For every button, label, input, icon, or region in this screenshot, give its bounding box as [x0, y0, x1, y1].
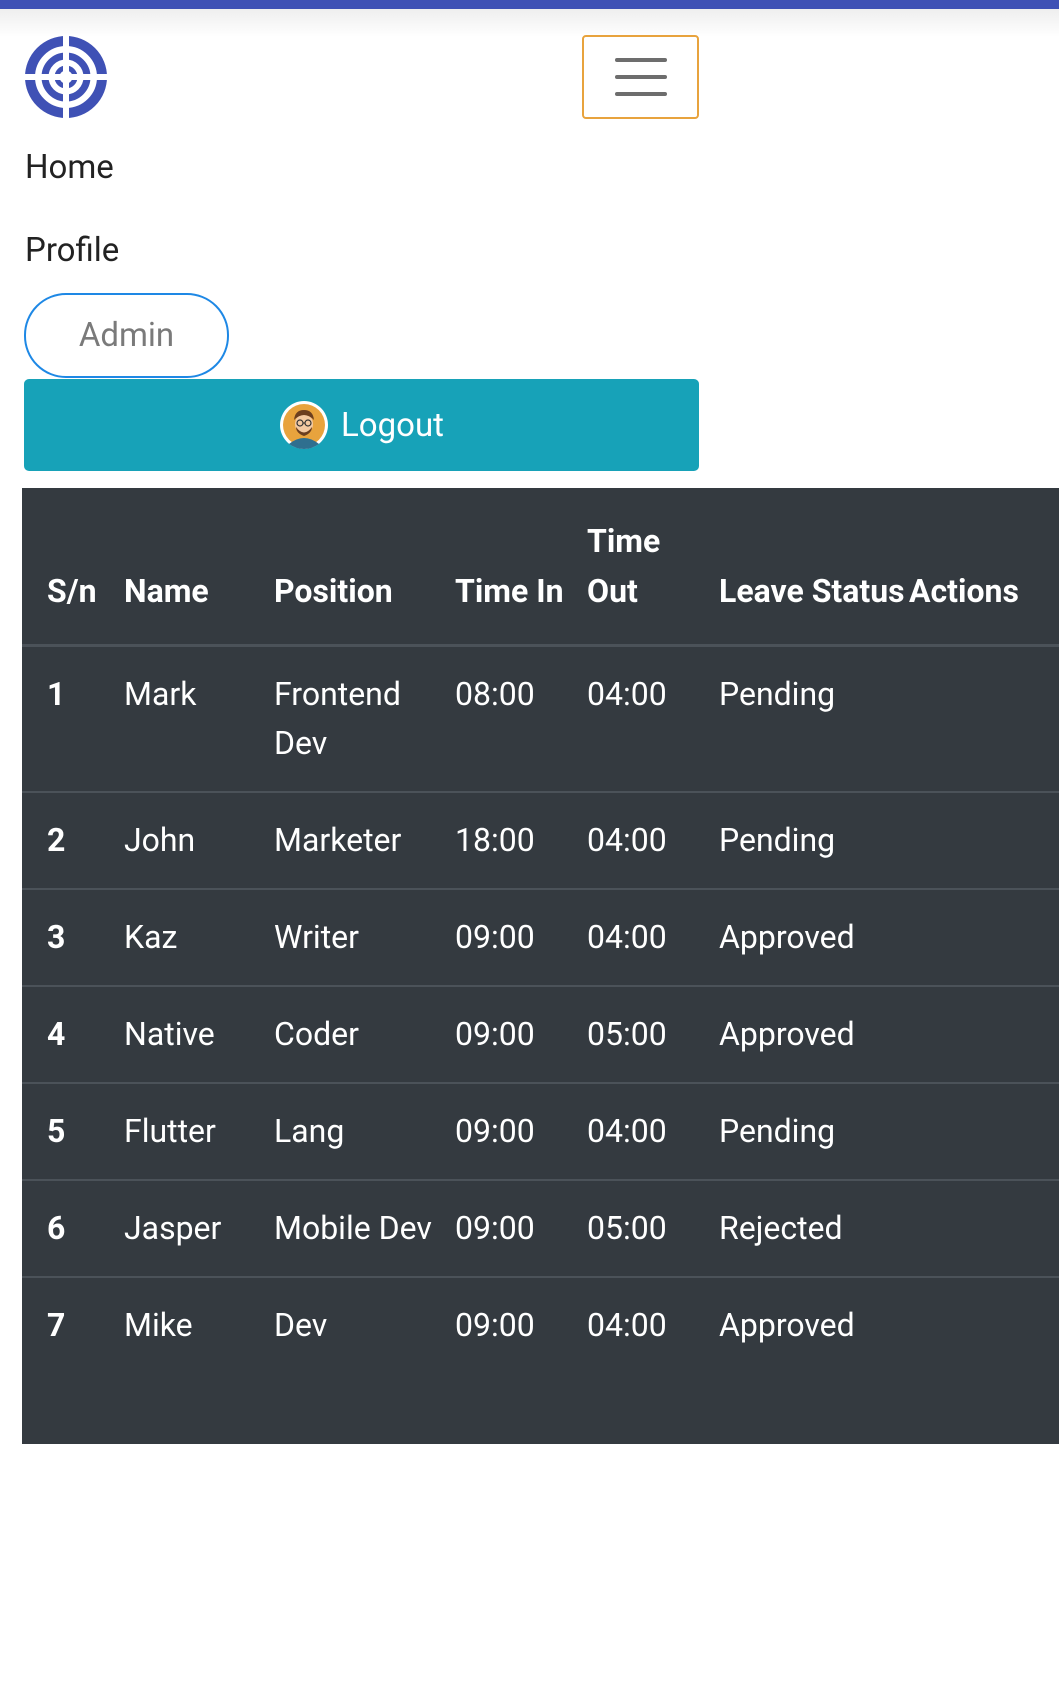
column-header-time-out: Time Out	[587, 488, 719, 647]
navbar-toggler-button[interactable]	[582, 35, 699, 119]
cell-leave-status: Pending	[719, 1082, 909, 1180]
cell-sn: 3	[22, 888, 124, 986]
cell-leave-status: Pending	[719, 675, 836, 713]
cell-actions	[909, 1276, 1059, 1373]
cell-time-out: 04:00	[587, 1082, 719, 1180]
cell-position: Coder	[274, 985, 455, 1083]
cell-position: Dev	[274, 1276, 455, 1373]
cell-actions	[909, 985, 1059, 1083]
cell-time-in: 09:00	[455, 1276, 587, 1373]
column-header-actions: Actions	[909, 488, 1059, 647]
logout-button[interactable]: Logout	[24, 379, 699, 471]
cell-actions	[909, 1082, 1059, 1180]
cell-sn: 7	[22, 1276, 124, 1373]
cell-leave-status: Approved	[719, 1276, 909, 1373]
table-header-row: S/n Name Position Time In Time Out Leave…	[22, 488, 1059, 647]
cell-time-in: 09:00	[455, 888, 587, 986]
cell-sn: 6	[22, 1179, 124, 1277]
cell-sn: 4	[22, 985, 124, 1083]
cell-time-out: 04:00	[587, 888, 719, 986]
cell-name: Native	[124, 985, 274, 1083]
top-accent-bar	[0, 0, 1059, 9]
hamburger-menu-icon	[614, 58, 667, 62]
cell-time-out: 04:00	[587, 791, 719, 889]
cell-time-out: 04:00	[587, 675, 667, 713]
cell-time-out: 05:00	[587, 1179, 719, 1277]
navbar-shadow	[0, 9, 1059, 37]
nav-link-home[interactable]: Home	[25, 148, 114, 188]
cell-name: Mark	[124, 675, 197, 713]
cell-actions	[909, 888, 1059, 986]
cell-position: Writer	[274, 888, 455, 986]
table-row: 4 Native Coder 09:00 05:00 Approved	[22, 985, 1059, 1083]
cell-sn: 5	[22, 1082, 124, 1180]
nav-link-profile[interactable]: Profile	[25, 231, 119, 271]
cell-name: Flutter	[124, 1082, 274, 1180]
target-icon[interactable]	[24, 35, 108, 119]
cell-leave-status: Approved	[719, 888, 909, 986]
cell-time-out: 04:00	[587, 1276, 719, 1373]
cell-time-in: 09:00	[455, 985, 587, 1083]
cell-position: Lang	[274, 1082, 455, 1180]
cell-actions	[909, 1179, 1059, 1277]
cell-time-in: 08:00	[455, 675, 535, 713]
column-header-name: Name	[124, 488, 274, 647]
hamburger-menu-icon	[614, 92, 667, 96]
table-row: 1 Mark Frontend Dev 08:00 04:00 Pending	[22, 646, 1059, 793]
column-header-sn: S/n	[22, 488, 124, 647]
column-header-time-in: Time In	[455, 488, 587, 647]
table-row: 5 Flutter Lang 09:00 04:00 Pending	[22, 1082, 1059, 1180]
logout-label: Logout	[341, 405, 444, 445]
cell-position: Mobile Dev	[274, 1179, 455, 1277]
cell-name: Mike	[124, 1276, 274, 1373]
admin-button[interactable]: Admin	[24, 293, 229, 378]
cell-sn: 1	[47, 675, 66, 713]
cell-name: Kaz	[124, 888, 274, 986]
table-row: 7 Mike Dev 09:00 04:00 Approved	[22, 1276, 1059, 1373]
cell-leave-status: Rejected	[719, 1179, 909, 1277]
avatar-icon	[280, 401, 329, 449]
cell-leave-status: Approved	[719, 985, 909, 1083]
cell-position: Marketer	[274, 791, 455, 889]
cell-time-in: 18:00	[455, 791, 587, 889]
cell-actions	[909, 791, 1059, 889]
cell-actions	[909, 646, 1059, 793]
cell-sn: 2	[22, 791, 124, 889]
table-row: 6 Jasper Mobile Dev 09:00 05:00 Rejected	[22, 1179, 1059, 1277]
cell-position: Frontend Dev	[274, 675, 401, 762]
cell-time-in: 09:00	[455, 1082, 587, 1180]
hamburger-menu-icon	[614, 75, 667, 79]
cell-leave-status: Pending	[719, 791, 909, 889]
cell-name: John	[124, 791, 274, 889]
cell-time-in: 09:00	[455, 1179, 587, 1277]
cell-time-out: 05:00	[587, 985, 719, 1083]
cell-name: Jasper	[124, 1179, 274, 1277]
table-row: 2 John Marketer 18:00 04:00 Pending	[22, 791, 1059, 889]
table-row: 3 Kaz Writer 09:00 04:00 Approved	[22, 888, 1059, 986]
column-header-position: Position	[274, 488, 455, 647]
attendance-table: S/n Name Position Time In Time Out Leave…	[22, 488, 1059, 1444]
column-header-leave-status: Leave Status	[719, 488, 909, 647]
